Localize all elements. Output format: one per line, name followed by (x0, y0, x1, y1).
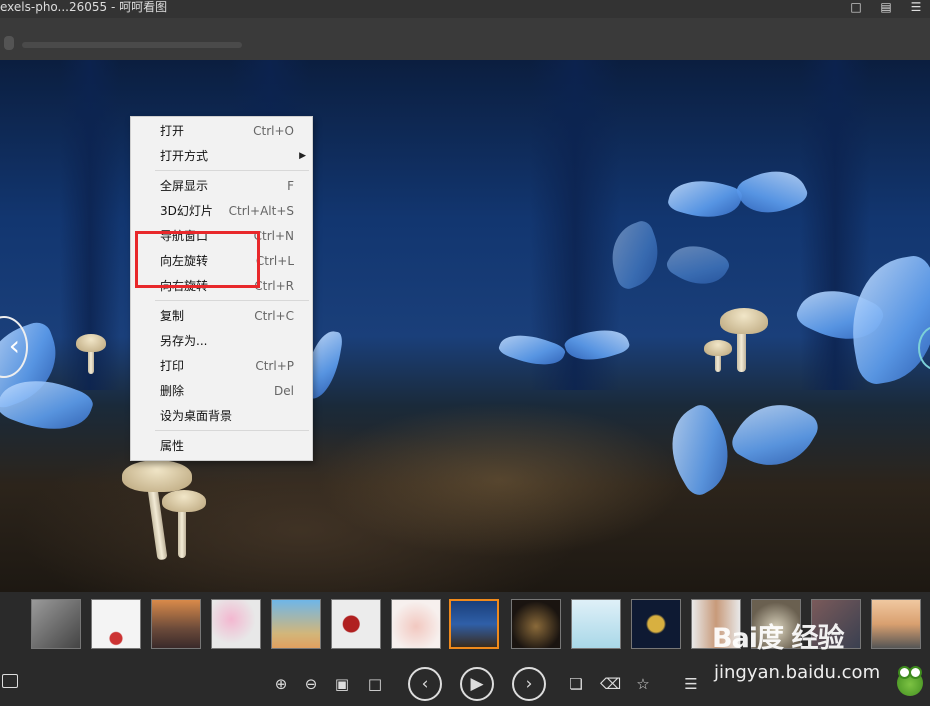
menu-item-shortcut: Ctrl+L (255, 254, 294, 268)
zoom-in-icon[interactable]: ⊕ (271, 674, 291, 694)
thumbnail[interactable] (631, 599, 681, 649)
menu-item-label: 全屏显示 (160, 179, 209, 193)
thumbnail-selected[interactable] (449, 599, 499, 649)
menu-separator (155, 430, 309, 431)
thumbnail[interactable] (91, 599, 141, 649)
zoom-out-icon[interactable]: ⊖ (301, 674, 321, 694)
thumbnail[interactable] (331, 599, 381, 649)
red-highlight-annotation (135, 231, 260, 288)
menu-item-print[interactable]: 打印 Ctrl+P (131, 354, 312, 378)
previous-button[interactable]: ‹ (408, 667, 442, 701)
menu-item-label: 3D幻灯片 (160, 204, 213, 218)
menu-item-3d-slideshow[interactable]: 3D幻灯片 Ctrl+Alt+S (131, 199, 312, 223)
menu-item-label: 复制 (160, 309, 185, 323)
toolbar-blurred-icon (4, 36, 14, 50)
menu-item-open-with[interactable]: 打开方式 ▶ (131, 144, 312, 168)
menu-item-label: 设为桌面背景 (160, 409, 233, 423)
play-slideshow-button[interactable]: ▶ (460, 667, 494, 701)
menu-item-shortcut: F (287, 179, 294, 193)
menu-item-properties[interactable]: 属性 (131, 434, 312, 458)
menu-item-shortcut: Ctrl+C (254, 309, 294, 323)
chevron-right-icon: › (525, 674, 533, 694)
menu-item-label: 打开 (160, 124, 185, 138)
watermark-sub: jingyan.baidu.com (714, 662, 881, 683)
menu-item-set-wallpaper[interactable]: 设为桌面背景 (131, 404, 312, 428)
menu-icon[interactable]: ☰ (908, 0, 924, 14)
trash-icon[interactable]: ⌫ (600, 674, 621, 694)
menu-item-label: 另存为... (160, 334, 208, 348)
watermark-main: Bai度 经验 (712, 623, 844, 654)
actual-size-icon[interactable]: □ (365, 674, 385, 694)
mushroom (704, 340, 732, 356)
thumbnail[interactable] (391, 599, 441, 649)
thumbnail[interactable] (271, 599, 321, 649)
play-icon: ▶ (470, 674, 484, 694)
thumbnail[interactable] (31, 599, 81, 649)
menu-item-copy[interactable]: 复制 Ctrl+C (131, 304, 312, 328)
crop-icon[interactable]: ❏ (566, 674, 586, 694)
thumbnail[interactable] (871, 599, 921, 649)
image-viewer-app: exels-pho...26055 - 呵呵看图 □ ▤ ☰ ‹ 打开 Ctrl… (0, 0, 930, 706)
menu-item-fullscreen[interactable]: 全屏显示 F (131, 174, 312, 198)
menu-item-delete[interactable]: 删除 Del (131, 379, 312, 403)
image-icon[interactable] (2, 674, 18, 688)
thumbnail[interactable] (211, 599, 261, 649)
menu-item-shortcut: Del (274, 384, 294, 398)
menu-item-shortcut: Ctrl+P (255, 359, 294, 373)
menu-item-label: 打印 (160, 359, 185, 373)
mushroom (178, 508, 186, 558)
menu-separator (155, 170, 309, 171)
thumbnail[interactable] (151, 599, 201, 649)
mushroom (720, 308, 768, 334)
title-bar: exels-pho...26055 - 呵呵看图 □ ▤ ☰ (0, 0, 930, 18)
menu-item-save-as[interactable]: 另存为... (131, 329, 312, 353)
mushroom (737, 330, 746, 372)
frog-logo-icon[interactable] (897, 666, 923, 696)
menu-item-label: 属性 (160, 439, 185, 453)
toolbar-strip (0, 18, 930, 60)
menu-separator (155, 300, 309, 301)
mushroom (122, 460, 192, 492)
menu-item-label: 打开方式 (160, 149, 209, 163)
menu-item-shortcut: Ctrl+O (253, 124, 294, 138)
thumbnail[interactable] (571, 599, 621, 649)
title-bar-icons: □ ▤ ☰ (848, 0, 924, 14)
mushroom (162, 490, 206, 512)
menu-item-label: 删除 (160, 384, 185, 398)
menu-item-shortcut: Ctrl+Alt+S (228, 204, 294, 218)
chevron-left-icon: ‹ (8, 329, 20, 362)
thumbnail[interactable] (511, 599, 561, 649)
context-menu: 打开 Ctrl+O 打开方式 ▶ 全屏显示 F 3D幻灯片 Ctrl+Alt+S… (130, 116, 313, 461)
next-button[interactable]: › (512, 667, 546, 701)
feedback-icon[interactable]: ▤ (878, 0, 894, 14)
chat-icon[interactable]: □ (848, 0, 864, 14)
fit-window-icon[interactable]: ▣ (332, 674, 352, 694)
menu-item-open[interactable]: 打开 Ctrl+O (131, 119, 312, 143)
toolbar-blurred-bar (22, 42, 242, 48)
mushroom (76, 334, 106, 352)
star-icon[interactable]: ☆ (633, 674, 653, 694)
chevron-left-icon: ‹ (421, 674, 429, 694)
menu-item-shortcut: Ctrl+R (254, 279, 294, 293)
list-icon[interactable]: ☰ (681, 674, 701, 694)
window-title: exels-pho...26055 - 呵呵看图 (0, 0, 168, 14)
submenu-arrow-icon: ▶ (299, 151, 306, 161)
